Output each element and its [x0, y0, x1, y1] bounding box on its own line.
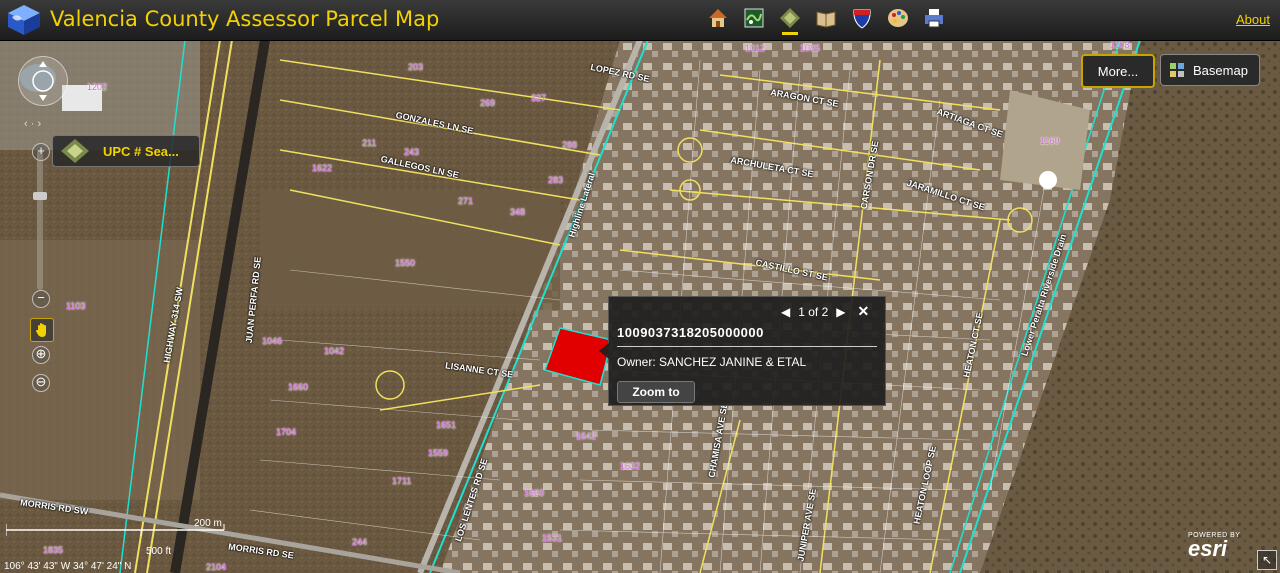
popup-pager: ◀ 1 of 2 ▶ ✕	[781, 303, 869, 320]
esri-brand: esri	[1188, 536, 1228, 561]
parcel-number: 1531	[542, 533, 563, 543]
popup-pointer	[599, 343, 609, 359]
parcel-info-popup: ◀ 1 of 2 ▶ ✕ 1009037318205000000 Owner: …	[599, 296, 886, 406]
esri-logo: POWERED BY esri	[1188, 532, 1240, 561]
parcel-number: 1202	[87, 82, 108, 92]
parcel-search-icon[interactable]	[778, 5, 802, 35]
zoom-slider[interactable]	[37, 150, 43, 290]
pan-hand-icon[interactable]	[30, 318, 54, 342]
scale-imperial-label: 500 ft	[146, 546, 172, 557]
parcel-number: 1642	[576, 431, 597, 441]
popup-page-indicator: 1 of 2	[798, 304, 829, 319]
about-link[interactable]: About	[1236, 12, 1270, 27]
parcel-number: 1559	[428, 448, 449, 458]
parcel-number: 269	[480, 98, 496, 108]
zoom-out-button[interactable]: −	[32, 290, 50, 308]
zoom-in-box-icon[interactable]: ⊕	[32, 346, 50, 364]
parcel-number: 1660	[524, 488, 545, 498]
parcel-id: 1009037318205000000	[617, 325, 764, 340]
next-feature-icon[interactable]: ▶	[836, 305, 845, 319]
cursor-coordinates: 106° 43' 43" W 34° 47' 24" N	[4, 561, 132, 572]
parcel-number: 203	[408, 62, 424, 72]
book-icon[interactable]	[814, 5, 838, 31]
parcel-number: 211	[362, 138, 377, 148]
previous-feature-icon[interactable]: ◀	[781, 305, 790, 319]
app-header: Valencia County Assessor Parcel Map Abou…	[0, 0, 1280, 41]
printer-icon[interactable]	[922, 5, 946, 31]
parcel-owner: Owner: SANCHEZ JANINE & ETAL	[617, 355, 807, 369]
parcel-number: 1711	[392, 476, 412, 486]
expand-arrow-icon[interactable]: ↖	[1257, 550, 1277, 570]
parcel-number: 1160	[1040, 136, 1060, 146]
scale-metric-label: 200 m	[194, 518, 222, 529]
parcel-number: 1622	[312, 163, 333, 173]
parcel-number: 1550	[395, 258, 416, 268]
parcel-number: 283	[548, 175, 564, 185]
parcel-diamond-icon	[61, 139, 89, 163]
home-icon[interactable]	[706, 5, 730, 31]
basemap-label: Basemap	[1193, 62, 1248, 78]
parcel-number: 2104	[206, 562, 227, 572]
close-icon[interactable]: ✕	[858, 303, 870, 320]
zoom-out-box-icon[interactable]: ⊖	[32, 374, 50, 392]
basemap-button[interactable]: Basemap	[1160, 54, 1260, 86]
parcel-number: 1042	[324, 346, 345, 356]
zoom-to-button[interactable]: Zoom to	[617, 381, 695, 403]
parcel-number: 1103	[66, 301, 86, 311]
upc-search-button[interactable]: UPC # Sea...	[52, 135, 200, 167]
parcel-number: 244	[352, 537, 368, 547]
parcel-number: 1704	[276, 427, 297, 437]
basemap-grid-icon	[1170, 63, 1184, 77]
parcel-number: 288	[562, 140, 578, 150]
more-button[interactable]: More...	[1081, 54, 1155, 88]
parcel-number: 1632	[620, 461, 641, 471]
parcel-number: 1085	[800, 43, 821, 53]
parcel-number: 271	[458, 196, 474, 206]
county-cube-logo-icon	[6, 3, 42, 37]
parcel-number: 1012	[745, 43, 766, 53]
upc-search-label: UPC # Sea...	[103, 143, 179, 159]
parcel-number: 1108	[1110, 40, 1130, 50]
interstate-shield-icon[interactable]	[850, 5, 874, 31]
divider	[617, 346, 877, 347]
parcel-number: 348	[510, 207, 526, 217]
pan-arrows-icon[interactable]: ‹ · ›	[24, 118, 41, 130]
pan-navigation-control[interactable]	[18, 56, 68, 106]
parcel-number: 1046	[262, 336, 283, 346]
parcel-number: 1651	[436, 420, 457, 430]
parcel-number: 1660	[288, 382, 309, 392]
parcel-number: 243	[404, 147, 420, 157]
scalebar: 200 m 500 ft	[6, 518, 226, 558]
zoom-slider-thumb[interactable]	[33, 192, 47, 200]
parcel-number: 327	[531, 93, 547, 103]
toolbar	[706, 5, 946, 37]
map-layers-icon[interactable]	[742, 5, 766, 31]
palette-icon[interactable]	[886, 5, 910, 31]
app-title: Valencia County Assessor Parcel Map	[50, 7, 440, 31]
